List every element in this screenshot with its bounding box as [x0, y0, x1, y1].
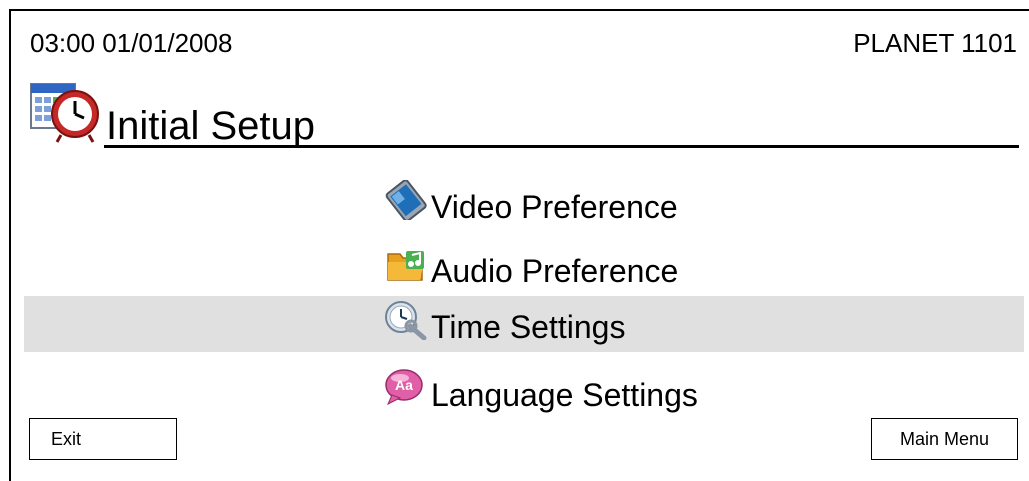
- title-underline: [104, 145, 1019, 148]
- svg-text:Aa: Aa: [395, 377, 413, 393]
- menu-item-time-settings[interactable]: Time Settings: [24, 296, 1024, 352]
- device-name: PLANET 1101: [853, 28, 1017, 58]
- calendar-clock-icon: [30, 83, 99, 143]
- music-folder-icon: [387, 251, 424, 281]
- menu-item-language-settings[interactable]: Aa Language Settings: [24, 364, 1024, 420]
- clock-wrench-icon: [385, 301, 427, 340]
- page-title: Initial Setup: [106, 104, 316, 148]
- menu-item-label: Time Settings: [431, 309, 626, 345]
- menu-item-label: Video Preference: [431, 189, 678, 225]
- menu-item-label: Language Settings: [431, 377, 698, 413]
- exit-button[interactable]: Exit: [29, 418, 177, 460]
- datetime-display: 03:00 01/01/2008: [30, 28, 233, 58]
- video-tablet-icon: [385, 180, 427, 220]
- language-bubble-icon: Aa: [385, 369, 423, 406]
- main-menu-button[interactable]: Main Menu: [871, 418, 1018, 460]
- menu-item-video-preference[interactable]: Video Preference: [24, 176, 1024, 232]
- menu-item-label: Audio Preference: [431, 253, 679, 289]
- menu-item-audio-preference[interactable]: Audio Preference: [24, 240, 1024, 296]
